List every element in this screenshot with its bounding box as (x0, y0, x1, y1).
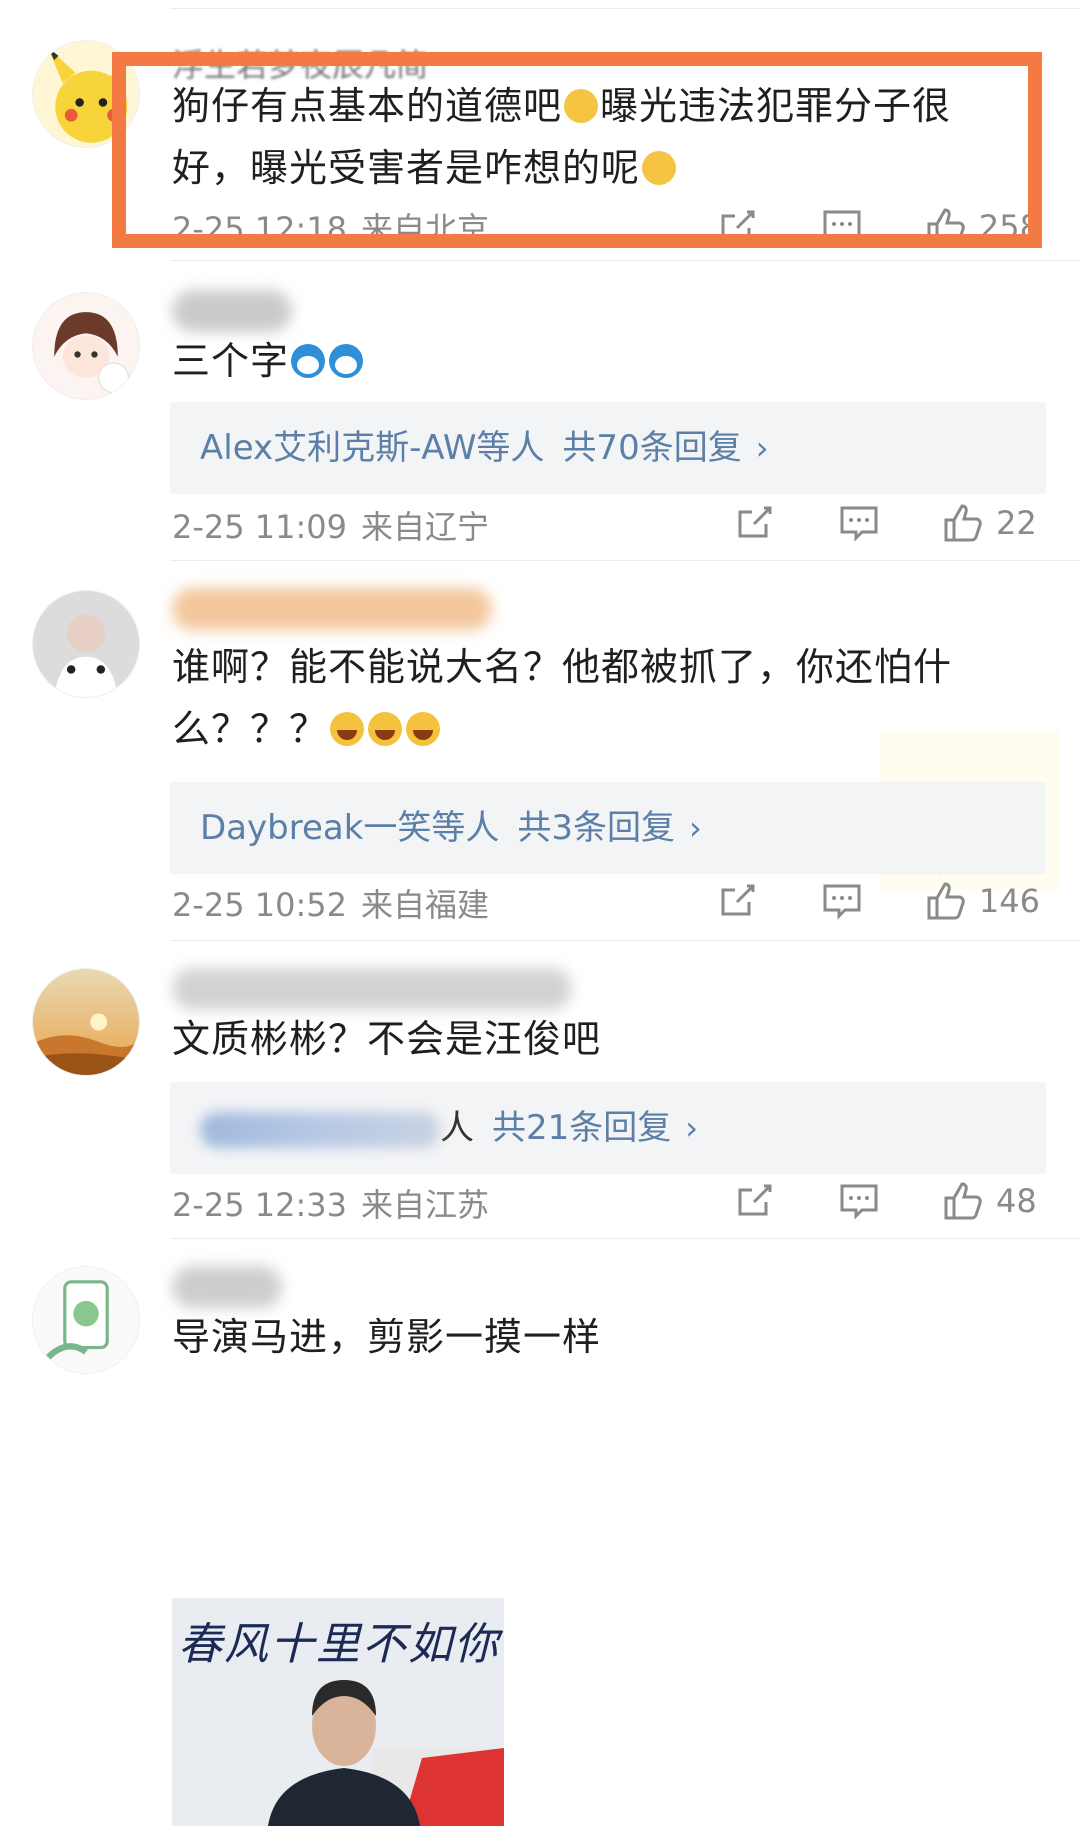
image-caption: 春风十里不如你 (178, 1619, 500, 1670)
comment-icon (823, 884, 861, 920)
like-count: 48 (996, 1182, 1037, 1220)
comment-text-segment: 文质彬彬？不会是汪俊吧 (172, 1017, 602, 1061)
comment-icon (840, 1184, 878, 1220)
comment-time: 2-25 10:52 (172, 886, 348, 924)
like-icon (944, 504, 982, 542)
chevron-right-icon: › (689, 809, 702, 847)
anime-avatar-icon (33, 293, 139, 399)
top-divider (170, 8, 1080, 9)
share-button[interactable] (734, 502, 776, 544)
like-icon (944, 1182, 982, 1220)
comment-time: 2-25 12:33 (172, 1186, 348, 1224)
comment-button[interactable] (838, 1180, 880, 1222)
reply-names[interactable]: Daybreak一笑等人 (200, 808, 499, 848)
chevron-right-icon: › (755, 429, 769, 467)
reply-count[interactable]: 共70条回复 (562, 428, 741, 468)
username-blurred[interactable] (172, 1266, 282, 1308)
username-blurred[interactable] (172, 588, 492, 630)
comment-text: 导演马进，剪影一摸一样 (172, 1306, 1012, 1368)
reply-names[interactable]: Alex艾利克斯-AW等人 (200, 428, 544, 468)
portrait-avatar-icon (33, 591, 139, 697)
avatar[interactable] (32, 292, 140, 400)
reply-names-suffix[interactable]: 人 (440, 1108, 474, 1148)
comment-image[interactable]: 春风十里不如你 (172, 1598, 504, 1826)
avatar[interactable] (32, 1266, 140, 1374)
username-blurred[interactable] (172, 968, 572, 1010)
dora-emoji-icon (291, 344, 326, 378)
comment-text: 三个字 (172, 330, 1012, 392)
comment-meta: 2-25 10:52 来自福建 (172, 880, 489, 926)
comment-text-segment: 三个字 (172, 339, 290, 383)
reply-preview[interactable]: Daybreak一笑等人 共3条回复 › (170, 782, 1046, 874)
reply-preview[interactable]: 人共21条回复 › (170, 1082, 1046, 1174)
comment-icon (840, 506, 878, 542)
comment-time: 2-25 11:09 (172, 508, 348, 546)
comment-actions: 146 (717, 876, 1040, 926)
comment-actions: 22 (734, 498, 1040, 548)
like-count: 22 (996, 504, 1037, 542)
divider (170, 260, 1080, 261)
comment-actions: 48 (734, 1176, 1040, 1226)
comment-location: 来自江苏 (361, 1186, 490, 1224)
like-icon (927, 882, 965, 920)
laugh-emoji-icon (368, 712, 403, 746)
comment-button[interactable] (821, 880, 863, 922)
comment-text-segment: 谁啊？能不能说大名？他都被抓了，你还怕什么？？？ (172, 645, 953, 751)
reply-count[interactable]: 共3条回复 (517, 808, 675, 848)
comment-location: 来自福建 (361, 886, 490, 924)
divider (170, 560, 1080, 561)
share-button[interactable] (717, 880, 759, 922)
comment-location: 来自辽宁 (361, 508, 490, 546)
comment-text: 文质彬彬？不会是汪俊吧 (172, 1008, 1012, 1070)
avatar[interactable] (32, 590, 140, 698)
comment-text-segment: 导演马进，剪影一摸一样 (172, 1315, 602, 1359)
comment-button[interactable] (838, 502, 880, 544)
reply-preview[interactable]: Alex艾利克斯-AW等人 共70条回复 › (170, 402, 1046, 494)
share-icon (738, 1184, 772, 1216)
share-icon (721, 884, 755, 916)
like-button[interactable]: 48 (942, 1180, 1040, 1222)
chevron-right-icon: › (685, 1109, 699, 1147)
divider (170, 940, 1080, 941)
comment-meta: 2-25 12:33 来自江苏 (172, 1180, 489, 1226)
sunset-avatar-icon (33, 969, 139, 1075)
like-button[interactable]: 22 (942, 502, 1040, 544)
comment-meta: 2-25 11:09 来自辽宁 (172, 502, 489, 548)
like-count: 146 (978, 882, 1040, 920)
avatar[interactable] (32, 968, 140, 1076)
laugh-emoji-icon (330, 712, 365, 746)
share-icon (738, 506, 772, 538)
username-blurred[interactable] (172, 290, 292, 332)
cartoon-phone-avatar-icon (33, 1267, 139, 1373)
laugh-emoji-icon (406, 712, 441, 746)
highlight-frame (112, 52, 1042, 248)
reply-count[interactable]: 共21条回复 (492, 1108, 671, 1148)
like-button[interactable]: 146 (925, 880, 1040, 922)
share-button[interactable] (734, 1180, 776, 1222)
comment-text: 谁啊？能不能说大名？他都被抓了，你还怕什么？？？ (172, 636, 1012, 760)
reply-names-blurred[interactable] (200, 1111, 440, 1148)
dora-emoji-icon (329, 344, 364, 378)
divider (170, 1238, 1080, 1239)
